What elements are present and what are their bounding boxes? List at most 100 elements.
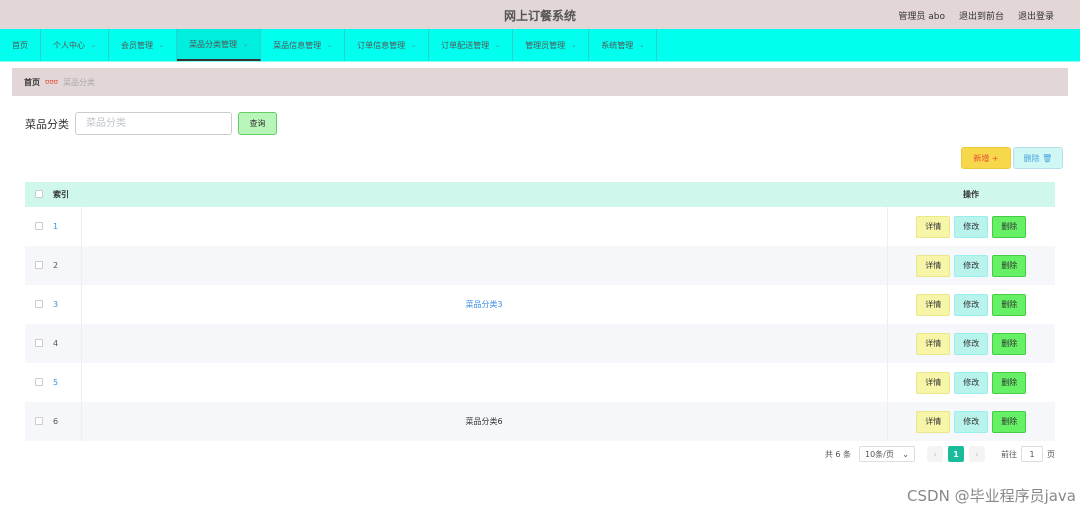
current-user: 管理员 abo xyxy=(898,12,945,22)
row-select-cell xyxy=(25,285,53,324)
row-checkbox[interactable] xyxy=(35,377,43,386)
edit-button[interactable]: 修改 xyxy=(954,410,989,433)
detail-button[interactable]: 详情 xyxy=(916,215,951,238)
breadcrumb-home[interactable]: 首页 xyxy=(24,77,40,88)
breadcrumb-separator-icon: ʊʊʊ xyxy=(45,78,58,86)
nav-item-dish-category[interactable]: 菜品分类管理 ⌄ xyxy=(177,29,262,61)
goto-page: 前往 1 页 xyxy=(1001,446,1055,462)
category-search-input[interactable] xyxy=(75,112,232,135)
goto-suffix: 页 xyxy=(1047,449,1055,459)
row-index: 6 xyxy=(53,417,59,426)
select-all-checkbox[interactable] xyxy=(35,189,43,198)
nav-item-profile[interactable]: 个人中心 ⌄ xyxy=(41,29,110,61)
nav-label: 个人中心 xyxy=(53,40,85,50)
operation-header: 操作 xyxy=(963,190,979,199)
detail-button[interactable]: 详情 xyxy=(916,410,951,433)
chevron-down-icon: ⌄ xyxy=(495,41,501,49)
row-operations: 详情 修改 删除 xyxy=(886,363,1055,402)
nav-label: 订单配送管理 xyxy=(441,40,490,50)
row-select-cell xyxy=(25,363,53,402)
row-index-cell: 4 xyxy=(53,324,81,363)
nav-item-admin[interactable]: 管理员管理 ⌄ xyxy=(513,29,590,61)
table-actions: 新增 + 删除 🗑 xyxy=(961,147,1063,169)
top-header: 网上订餐系统 管理员 abo 退出到前台 退出登录 xyxy=(0,0,1080,29)
nav-item-dish-info[interactable]: 菜品信息管理 ⌄ xyxy=(261,29,346,61)
delete-button[interactable]: 删除 xyxy=(992,293,1027,316)
row-name-cell: 菜品分类6 xyxy=(80,402,887,441)
delete-button[interactable]: 删除 xyxy=(992,410,1027,433)
total-count: 共 6 条 xyxy=(824,449,851,459)
nav-label: 系统管理 xyxy=(601,40,634,50)
row-select-cell xyxy=(25,207,53,246)
current-page-button[interactable]: 1 xyxy=(948,446,964,462)
row-name-cell xyxy=(80,363,887,402)
detail-button[interactable]: 详情 xyxy=(916,254,951,277)
edit-button[interactable]: 修改 xyxy=(954,293,989,316)
nav-label: 订单信息管理 xyxy=(357,40,406,50)
row-name-cell: 菜品分类3 xyxy=(80,285,887,324)
watermark: CSDN @毕业程序员java xyxy=(907,487,1076,505)
table-header-row: 索引 操作 xyxy=(25,182,1055,207)
logout-link[interactable]: 退出登录 xyxy=(1018,9,1054,22)
search-label: 菜品分类 xyxy=(25,117,69,131)
back-to-front-link[interactable]: 退出到前台 xyxy=(959,9,1004,22)
row-checkbox[interactable] xyxy=(35,221,43,230)
delete-button[interactable]: 删除 xyxy=(992,254,1027,277)
row-operations: 详情 修改 删除 xyxy=(886,324,1055,363)
pagination: 共 6 条 10条/页 ⌄ ‹ 1 › 前往 1 页 xyxy=(825,446,1055,462)
row-index: 2 xyxy=(53,261,59,270)
edit-button[interactable]: 修改 xyxy=(954,332,989,355)
batch-delete-button[interactable]: 删除 🗑 xyxy=(1013,147,1063,169)
table-row: 4 详情 修改 删除 xyxy=(25,324,1055,363)
row-index: 3 xyxy=(53,300,59,309)
breadcrumb: 首页 ʊʊʊ 菜品分类 xyxy=(12,68,1068,96)
table-row: 6 菜品分类6 详情 修改 删除 xyxy=(25,402,1055,441)
page-size-select[interactable]: 10条/页 ⌄ xyxy=(859,446,915,462)
nav-item-order-info[interactable]: 订单信息管理 ⌄ xyxy=(345,29,430,61)
query-button[interactable]: 查询 xyxy=(238,112,277,135)
row-select-cell xyxy=(25,246,53,285)
nav-label: 菜品信息管理 xyxy=(273,40,322,50)
row-checkbox[interactable] xyxy=(35,338,43,347)
chevron-down-icon: ⌄ xyxy=(902,449,909,459)
nav-item-system[interactable]: 系统管理 ⌄ xyxy=(589,29,658,61)
edit-button[interactable]: 修改 xyxy=(954,215,989,238)
nav-item-home[interactable]: 首页 xyxy=(0,29,41,61)
prev-page-button[interactable]: ‹ xyxy=(927,446,943,462)
row-checkbox[interactable] xyxy=(35,299,43,308)
nav-label: 管理员管理 xyxy=(525,40,566,50)
delete-button[interactable]: 删除 xyxy=(992,215,1027,238)
add-button[interactable]: 新增 + xyxy=(961,147,1011,169)
nav-item-order-delivery[interactable]: 订单配送管理 ⌄ xyxy=(429,29,514,61)
row-checkbox[interactable] xyxy=(35,416,43,425)
nav-label: 首页 xyxy=(12,40,28,50)
edit-button[interactable]: 修改 xyxy=(954,254,989,277)
row-name-cell xyxy=(80,324,887,363)
nav-item-members[interactable]: 会员管理 ⌄ xyxy=(109,29,178,61)
goto-page-input[interactable]: 1 xyxy=(1021,446,1043,462)
table-row: 5 详情 修改 删除 xyxy=(25,363,1055,402)
category-table: 索引 操作 1 详情 修改 删除 2 详情 修改 删除 3 菜品分类3 详情 修改 删除 4 详情 修改 删除 5… xyxy=(25,182,1055,441)
row-operations: 详情 修改 删除 xyxy=(886,285,1055,324)
row-index-cell: 1 xyxy=(53,207,81,246)
name-header xyxy=(81,182,887,207)
nav-label: 菜品分类管理 xyxy=(189,39,238,49)
delete-button[interactable]: 删除 xyxy=(992,332,1027,355)
chevron-down-icon: ⌄ xyxy=(327,41,333,49)
next-page-button[interactable]: › xyxy=(969,446,985,462)
index-header: 索引 xyxy=(53,190,69,199)
search-bar: 菜品分类 查询 xyxy=(25,112,277,135)
row-operations: 详情 修改 删除 xyxy=(886,402,1055,441)
breadcrumb-current: 菜品分类 xyxy=(62,77,95,87)
select-all-cell xyxy=(25,182,53,207)
edit-button[interactable]: 修改 xyxy=(954,371,989,394)
delete-button[interactable]: 删除 xyxy=(992,371,1027,394)
page-size-value: 10条/页 xyxy=(865,449,894,459)
detail-button[interactable]: 详情 xyxy=(916,332,951,355)
table-row: 1 详情 修改 删除 xyxy=(25,207,1055,246)
row-category-name: 菜品分类3 xyxy=(465,300,503,309)
row-checkbox[interactable] xyxy=(35,260,43,269)
detail-button[interactable]: 详情 xyxy=(916,371,951,394)
row-operations: 详情 修改 删除 xyxy=(886,246,1055,285)
detail-button[interactable]: 详情 xyxy=(916,293,951,316)
